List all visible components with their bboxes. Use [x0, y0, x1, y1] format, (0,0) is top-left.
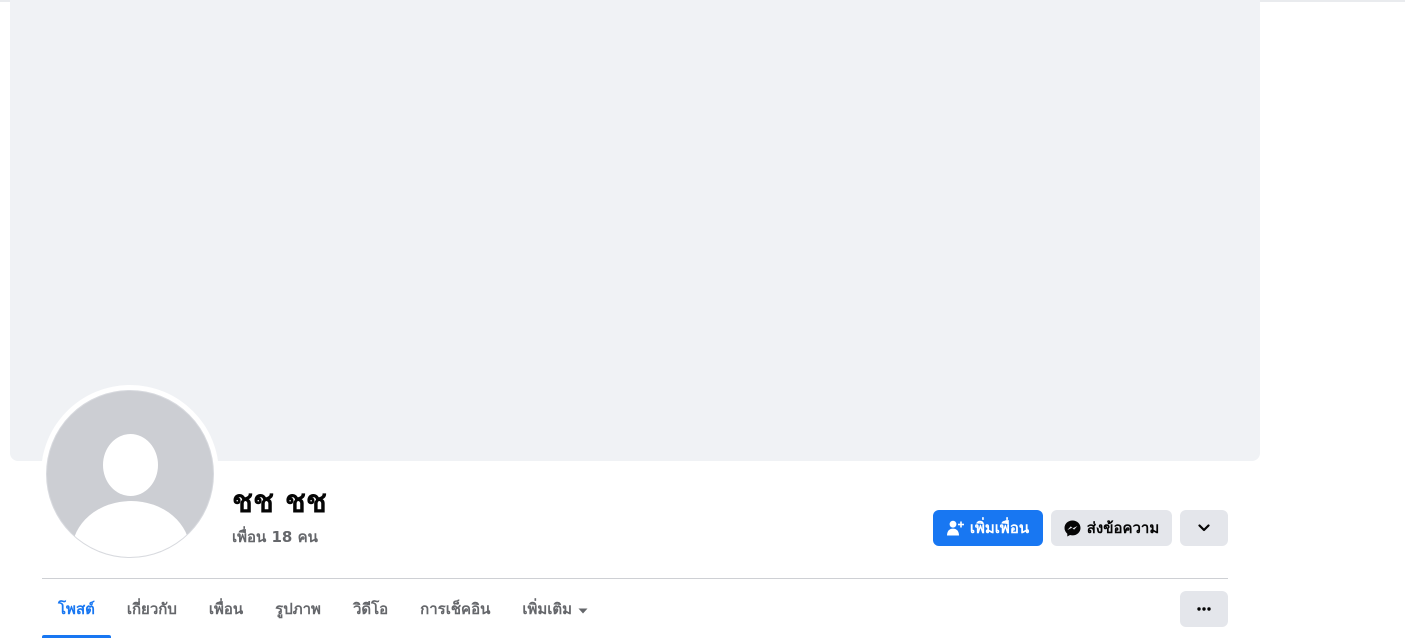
ellipsis-icon: [1197, 607, 1211, 611]
tab-label: เกี่ยวกับ: [126, 599, 177, 618]
tab-videos[interactable]: วิดีโอ: [337, 579, 404, 638]
profile-tabs: โพสต์ เกี่ยวกับ เพื่อน รูปภาพ วิดีโอ การ…: [42, 579, 604, 638]
profile-options-button[interactable]: [1180, 591, 1228, 627]
tab-posts[interactable]: โพสต์: [42, 579, 111, 638]
message-label: ส่งข้อความ: [1086, 519, 1160, 537]
tab-photos[interactable]: รูปภาพ: [259, 579, 337, 638]
add-friend-label: เพิ่มเพื่อน: [969, 519, 1030, 537]
person-plus-icon: [946, 520, 964, 536]
tab-label: เพื่อน: [208, 599, 244, 618]
add-friend-button[interactable]: เพิ่มเพื่อน: [933, 510, 1043, 546]
tab-label: วิดีโอ: [352, 599, 389, 618]
caret-down-icon: [578, 600, 588, 618]
message-button[interactable]: ส่งข้อความ: [1051, 510, 1172, 546]
avatar-head-silhouette: [103, 434, 158, 496]
avatar[interactable]: [46, 390, 214, 558]
tab-label: รูปภาพ: [275, 599, 321, 618]
tab-more[interactable]: เพิ่มเติม: [506, 579, 604, 638]
tab-friends[interactable]: เพื่อน: [193, 579, 259, 638]
tab-about[interactable]: เกี่ยวกับ: [111, 579, 193, 638]
tab-checkins[interactable]: การเช็คอิน: [404, 579, 506, 638]
chevron-down-icon: [1198, 524, 1210, 532]
cover-photo[interactable]: [10, 0, 1260, 461]
tab-label: โพสต์: [58, 599, 95, 618]
messenger-icon: [1064, 520, 1081, 537]
tab-label: เพิ่มเติม: [522, 599, 573, 618]
friends-count[interactable]: เพื่อน 18 คน: [232, 527, 318, 547]
more-options-button[interactable]: [1180, 510, 1228, 546]
tab-label: การเช็คอิน: [420, 599, 491, 618]
profile-name: ชช ชช: [232, 484, 327, 520]
avatar-body-silhouette: [72, 501, 190, 557]
